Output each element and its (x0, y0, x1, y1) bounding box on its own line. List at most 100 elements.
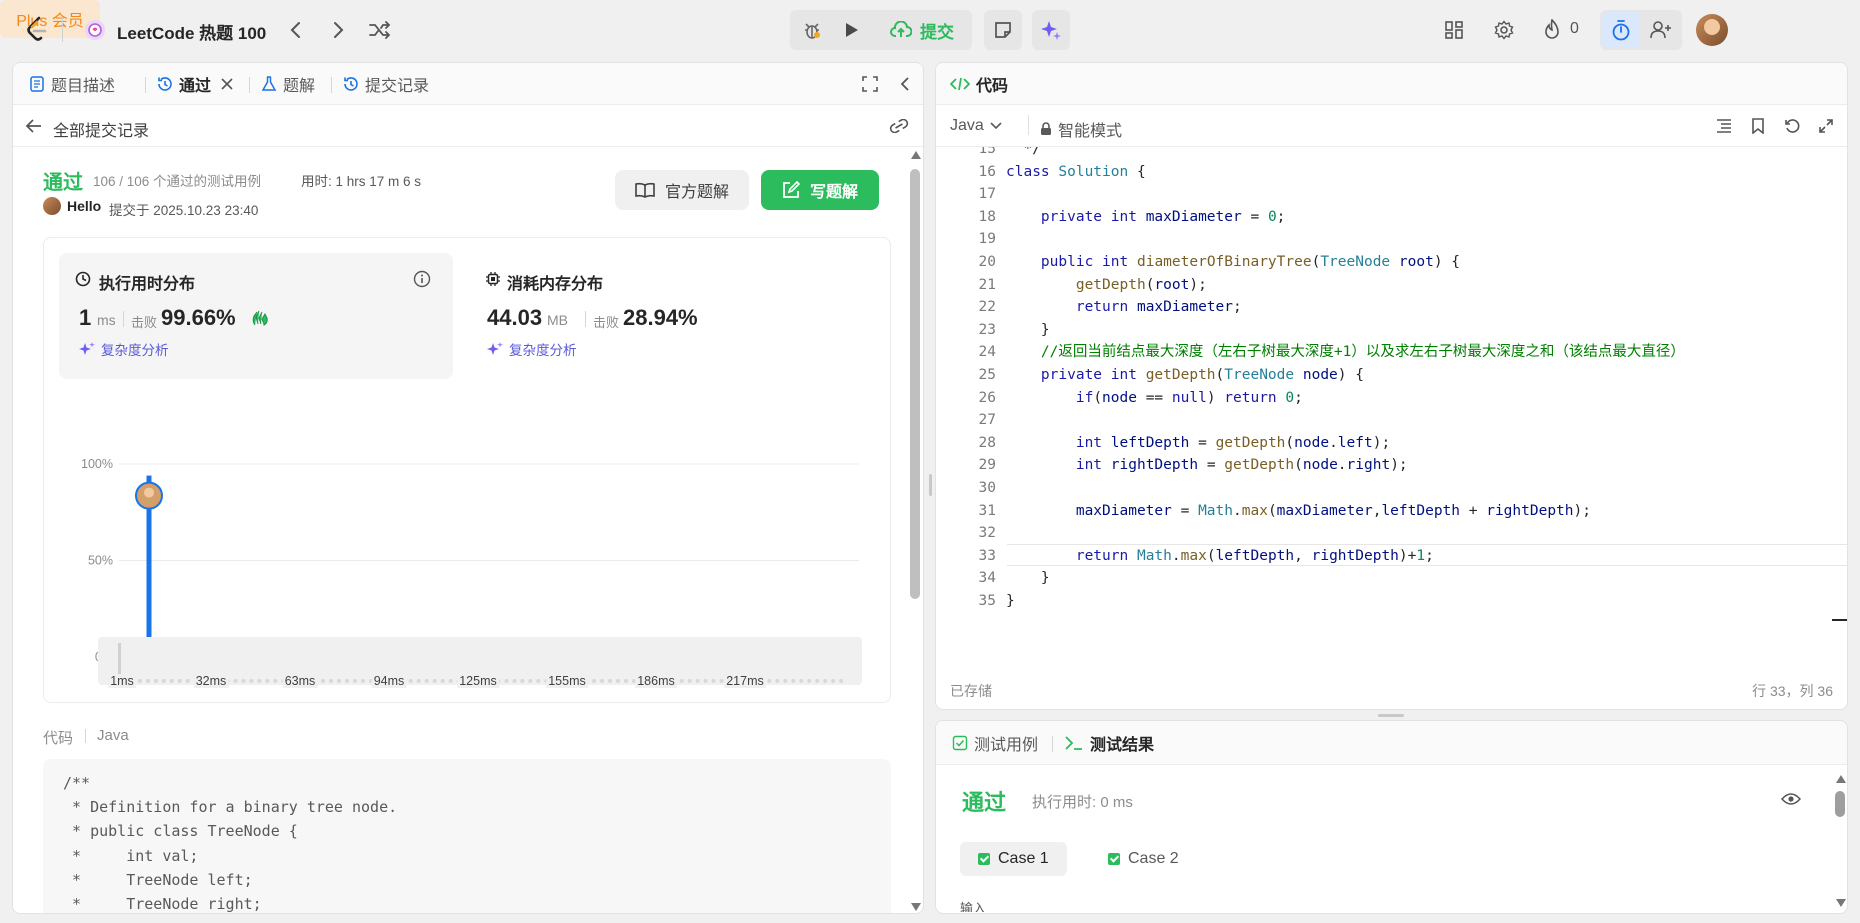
username[interactable]: Hello (67, 198, 101, 214)
tab-code-label: 代码 (976, 78, 1009, 95)
back-arrow-icon[interactable] (25, 117, 43, 135)
line-number: 35 (978, 593, 996, 609)
tab-solutions[interactable]: 题解 (261, 63, 315, 105)
line-number: 18 (978, 208, 996, 225)
share-link-icon[interactable] (889, 117, 909, 135)
memory-complexity-link[interactable]: 复杂度分析 (487, 339, 577, 359)
runtime-complexity-label: 复杂度分析 (101, 343, 169, 358)
line-number: 20 (978, 254, 996, 270)
sparkle-icon (487, 342, 503, 355)
run-icon[interactable] (836, 14, 868, 46)
code-line: return Math.max(leftDepth, rightDepth)+1… (1075, 547, 1434, 564)
code-editor-panel: 代码 Java 智能模式 15 */ 16 class Solution {17 18… (935, 62, 1848, 710)
left-panel: 题目描述 通过 题解 提交记录 全部提交记录 通过 106 / 106 个通过的… (12, 62, 924, 914)
ai-sparkle-icon[interactable] (1036, 14, 1066, 46)
write-solution-button[interactable]: 写题解 (761, 170, 879, 210)
leetcode-logo-icon[interactable] (24, 14, 50, 44)
tab-divider (249, 77, 250, 93)
tab-accepted[interactable]: 通过 (157, 63, 211, 105)
test-scrollbar[interactable] (1834, 775, 1846, 909)
memory-value: 44.03 (487, 305, 543, 330)
user-avatar[interactable] (1696, 14, 1728, 46)
note-icon[interactable] (988, 14, 1018, 46)
horizontal-resize-handle[interactable] (1378, 714, 1404, 717)
smart-mode-toggle[interactable]: 智能模式 (1040, 117, 1122, 141)
line-number: 25 (978, 367, 996, 383)
layout-icon[interactable] (1442, 18, 1466, 42)
runtime-beat: 99.66% (161, 305, 236, 330)
eye-icon[interactable] (1780, 791, 1802, 807)
fullscreen-icon[interactable] (861, 75, 879, 93)
tab-code[interactable]: 代码 (950, 63, 1008, 105)
reset-code-icon[interactable] (1782, 117, 1802, 135)
official-solution-button[interactable]: 官方题解 (615, 170, 749, 210)
runtime-complexity-link[interactable]: 复杂度分析 (79, 339, 169, 359)
close-tab-icon[interactable] (219, 76, 235, 92)
info-icon[interactable] (413, 270, 431, 288)
range-tick-label: 186ms (635, 674, 677, 688)
prev-problem-icon[interactable] (286, 18, 306, 42)
line-number: 22 (978, 299, 996, 316)
range-tick-label: 32ms (193, 674, 229, 688)
format-icon[interactable] (1714, 117, 1734, 135)
avatar-face (144, 487, 154, 498)
debug-icon[interactable] (796, 14, 828, 46)
random-shuffle-icon[interactable] (368, 18, 392, 42)
case-2-button[interactable]: Case 2 (1090, 842, 1197, 876)
test-runtime: 执行用时: 0 ms (1032, 794, 1133, 811)
tab-test-cases[interactable]: 测试用例 (952, 721, 1038, 765)
code-line: return maxDiameter; (1075, 299, 1242, 316)
range-tick-label: 125ms (457, 674, 499, 688)
collapse-panel-icon[interactable] (897, 75, 913, 93)
fire-streak-icon[interactable] (1540, 18, 1564, 42)
add-friend-icon[interactable] (1646, 17, 1676, 43)
case-1-button[interactable]: Case 1 (960, 842, 1067, 876)
range-handle[interactable] (118, 643, 121, 677)
next-problem-icon[interactable] (328, 18, 348, 42)
vertical-resize-handle[interactable] (929, 474, 932, 496)
memory-unit: MB (547, 312, 568, 328)
line-number: 26 (978, 389, 996, 406)
settings-gear-icon[interactable] (1492, 18, 1516, 42)
study-plan-icon[interactable] (84, 19, 106, 41)
tab-divider (1052, 736, 1053, 752)
code-editor[interactable]: 15 */ 16 class Solution {17 18 private int … (936, 147, 1847, 647)
expand-editor-icon[interactable] (1816, 117, 1836, 135)
tab-submissions[interactable]: 提交记录 (343, 63, 429, 105)
check-icon (978, 853, 990, 865)
submit-button[interactable]: 提交 (874, 12, 970, 48)
runtime-title: 执行用时分布 (99, 276, 196, 293)
divider (123, 311, 124, 327)
tab-test-result[interactable]: 测试结果 (1064, 721, 1154, 765)
all-submissions-link[interactable]: 全部提交记录 (53, 117, 149, 141)
language-select[interactable]: Java (950, 117, 1002, 135)
user-avatar-small[interactable] (43, 197, 61, 215)
code-line: * int val; (63, 846, 199, 865)
memory-complexity-label: 复杂度分析 (509, 343, 577, 358)
bookmark-icon[interactable] (1748, 117, 1768, 135)
memory-beat-label: 击败 (593, 315, 620, 330)
tab-submissions-label: 提交记录 (365, 78, 430, 95)
line-number: 24 (978, 344, 996, 361)
timer-icon[interactable] (1606, 17, 1636, 43)
line-number: 30 (978, 480, 996, 496)
input-label: 输入 (960, 901, 987, 912)
left-scrollbar[interactable] (909, 151, 921, 911)
tab-description[interactable]: 题目描述 (29, 63, 115, 105)
divider (1028, 115, 1029, 135)
code-line: getDepth(root); (1075, 276, 1207, 293)
sparkle-icon (79, 342, 95, 355)
cursor-position: 行 33，列 36 (1752, 683, 1833, 699)
document-icon (30, 76, 44, 92)
clap-emoji-icon (251, 309, 269, 327)
range-slider-labels: 1ms 32ms 63ms 94ms 125ms 155ms 186ms 217ms (98, 674, 862, 690)
chart-bars (146, 475, 752, 657)
divider (62, 18, 63, 42)
line-number: 34 (978, 570, 996, 587)
code-line: } (1006, 593, 1015, 609)
tab-test-result-label: 测试结果 (1090, 737, 1155, 754)
problem-list-title[interactable]: LeetCode 热题 100 (117, 19, 266, 44)
code-line: private int getDepth(TreeNode node) { (1040, 367, 1364, 383)
line-number: 21 (978, 276, 996, 293)
chart-y-ticks: 100%50%0% (81, 457, 113, 664)
